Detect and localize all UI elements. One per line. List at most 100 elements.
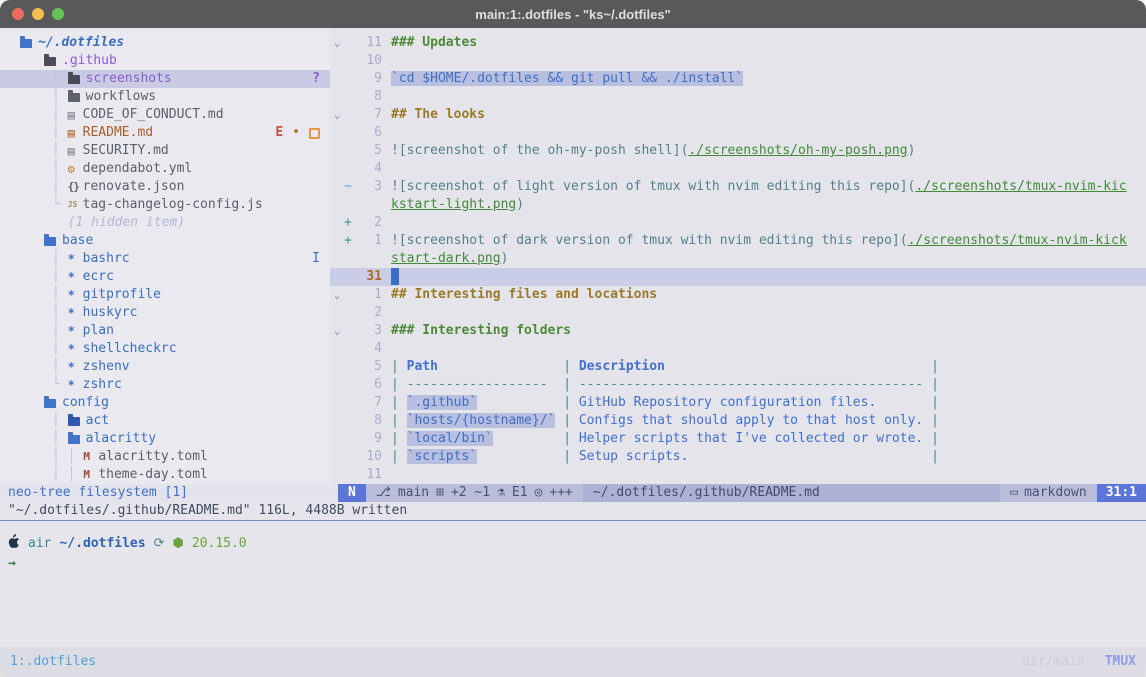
window-title: main:1:.dotfiles - "ks~/.dotfiles" bbox=[475, 7, 670, 22]
tree-item[interactable]: .github bbox=[0, 52, 330, 70]
tree-item[interactable]: └ JStag-changelog-config.js bbox=[0, 196, 330, 214]
tree-item[interactable]: base bbox=[0, 232, 330, 250]
hostname: air bbox=[28, 535, 51, 553]
fold-marker[interactable]: ⌄ bbox=[330, 322, 344, 340]
hunks-icon: ◎ bbox=[535, 484, 543, 502]
line-number: 3 bbox=[356, 178, 382, 196]
editor-line[interactable]: 7| `.github` | GitHub Repository configu… bbox=[330, 394, 1146, 412]
editor-line[interactable]: 4 bbox=[330, 160, 1146, 178]
gutter-sign bbox=[344, 286, 356, 304]
tmux-label: TMUX bbox=[1105, 653, 1136, 671]
editor-line[interactable]: 2 bbox=[330, 304, 1146, 322]
editor-line[interactable]: 10| `scripts` | Setup scripts. | bbox=[330, 448, 1146, 466]
zoom-button[interactable] bbox=[52, 8, 64, 20]
gutter-sign bbox=[344, 268, 356, 286]
tree-item[interactable]: │ *huskyrc bbox=[0, 304, 330, 322]
line-text: | `hosts/{hostname}/` | Configs that sho… bbox=[391, 412, 939, 430]
editor-line[interactable]: 5| Path | Description | bbox=[330, 358, 1146, 376]
editor-line[interactable]: ⌄1## Interesting files and locations bbox=[330, 286, 1146, 304]
line-text: | ------------------ | -----------------… bbox=[391, 376, 939, 394]
shell-pane[interactable]: air ~/.dotfiles ⟳ ⬢ 20.15.0 → bbox=[0, 520, 1146, 647]
line-number: 3 bbox=[356, 322, 382, 340]
editor-line[interactable]: ⌄7## The looks bbox=[330, 106, 1146, 124]
fold-marker bbox=[330, 412, 344, 430]
editor-line[interactable]: kstart-light.png) bbox=[330, 196, 1146, 214]
close-button[interactable] bbox=[12, 8, 24, 20]
editor-line[interactable]: ⌄ 3 ### Interesting folders bbox=[330, 322, 1146, 340]
tree-item-badges: I bbox=[312, 250, 320, 268]
fold-marker[interactable]: ⌄ bbox=[330, 34, 344, 52]
fold-marker bbox=[330, 196, 344, 214]
tree-item-label: screenshots bbox=[86, 70, 172, 88]
badge-e: E bbox=[275, 124, 283, 142]
editor-line[interactable]: 4 bbox=[330, 340, 1146, 358]
tree-item[interactable]: │ *plan bbox=[0, 322, 330, 340]
tree-guide: │ bbox=[52, 142, 68, 160]
editor-line[interactable]: 10 bbox=[330, 52, 1146, 70]
tree-guide: │ bbox=[52, 412, 68, 430]
editor-line[interactable]: 9| `local/bin` | Helper scripts that I'v… bbox=[330, 430, 1146, 448]
line-text: ### Interesting folders bbox=[391, 322, 571, 340]
tree-item[interactable]: │ ▤SECURITY.md bbox=[0, 142, 330, 160]
gutter-sign: + bbox=[344, 232, 356, 250]
gutter-sign bbox=[344, 34, 356, 52]
editor-line[interactable]: 6 bbox=[330, 124, 1146, 142]
editor-line[interactable]: 11 bbox=[330, 466, 1146, 484]
tree-item[interactable]: │ │ Malacritty.toml bbox=[0, 448, 330, 466]
tree-item-label: alacritty.toml bbox=[98, 448, 208, 466]
tree-item[interactable]: │ ▤CODE_OF_CONDUCT.md bbox=[0, 106, 330, 124]
tmux-window-name[interactable]: 1:.dotfiles bbox=[10, 653, 96, 671]
tree-guide: │ bbox=[52, 358, 68, 376]
tree-item[interactable]: │ *zshenv bbox=[0, 358, 330, 376]
editor-line[interactable]: 5![screenshot of the oh-my-posh shell](.… bbox=[330, 142, 1146, 160]
editor-line[interactable]: 6| ------------------ | ----------------… bbox=[330, 376, 1146, 394]
editor-line[interactable]: start-dark.png) bbox=[330, 250, 1146, 268]
editor-line[interactable]: 8| `hosts/{hostname}/` | Configs that sh… bbox=[330, 412, 1146, 430]
gutter-sign bbox=[344, 88, 356, 106]
tree-item[interactable]: │ alacritty bbox=[0, 430, 330, 448]
titlebar[interactable]: main:1:.dotfiles - "ks~/.dotfiles" bbox=[0, 0, 1146, 28]
tree-item[interactable]: │ workflows bbox=[0, 88, 330, 106]
neo-tree-panel[interactable]: ~/.dotfiles.github│ screenshots?│ workfl… bbox=[0, 28, 330, 484]
filetype-segment: ▭markdown bbox=[1000, 484, 1096, 502]
line-number: 31 bbox=[356, 268, 382, 286]
fold-marker bbox=[330, 448, 344, 466]
line-number: 11 bbox=[356, 34, 382, 52]
fold-marker[interactable]: ⌄ bbox=[330, 286, 344, 304]
tree-item[interactable]: │ ⚙dependabot.yml bbox=[0, 160, 330, 178]
editor-line[interactable]: +1![screenshot of dark version of tmux w… bbox=[330, 232, 1146, 250]
editor-line[interactable]: 31 bbox=[330, 268, 1146, 286]
editor-line[interactable]: 8 bbox=[330, 88, 1146, 106]
tree-item[interactable]: │ screenshots? bbox=[0, 70, 330, 88]
prompt-arrow[interactable]: → bbox=[8, 555, 1146, 573]
tree-item-label: renovate.json bbox=[83, 178, 185, 196]
tree-item[interactable]: │ *ecrc bbox=[0, 268, 330, 286]
tree-guide: │ bbox=[52, 178, 68, 196]
statusline: N ⎇main⊞+2 ~1⚗E1◎+++ ~/.dotfiles/.github… bbox=[338, 484, 1146, 502]
git-branch-icon: ⎇ bbox=[376, 484, 391, 502]
tree-item[interactable]: └ *zshrc bbox=[0, 376, 330, 394]
editor-line[interactable]: 9`cd $HOME/.dotfiles && git pull && ./in… bbox=[330, 70, 1146, 88]
editor-pane[interactable]: ⌄11### Updates109`cd $HOME/.dotfiles && … bbox=[330, 28, 1146, 484]
gutter-sign bbox=[344, 358, 356, 376]
editor-line[interactable]: ⌄11### Updates bbox=[330, 34, 1146, 52]
fold-marker[interactable]: ⌄ bbox=[330, 106, 344, 124]
tree-item[interactable]: │ act bbox=[0, 412, 330, 430]
tree-item[interactable]: (1 hidden item) bbox=[0, 214, 330, 232]
tree-item[interactable]: │ │ Mtheme-day.toml bbox=[0, 466, 330, 484]
badge-mark: I bbox=[312, 250, 320, 268]
minimize-button[interactable] bbox=[32, 8, 44, 20]
tree-item[interactable]: │ *shellcheckrc bbox=[0, 340, 330, 358]
tree-item[interactable]: │ *gitprofile bbox=[0, 286, 330, 304]
editor-line[interactable]: ~3![screenshot of light version of tmux … bbox=[330, 178, 1146, 196]
tree-item[interactable]: config bbox=[0, 394, 330, 412]
editor-line[interactable]: +2 bbox=[330, 214, 1146, 232]
line-text: | `local/bin` | Helper scripts that I've… bbox=[391, 430, 939, 448]
gutter-sign bbox=[344, 412, 356, 430]
tree-item[interactable]: │ ▤README.mdE• bbox=[0, 124, 330, 142]
line-number: 1 bbox=[356, 232, 382, 250]
tree-item[interactable]: │ {}renovate.json bbox=[0, 178, 330, 196]
tree-item[interactable]: │ *bashrcI bbox=[0, 250, 330, 268]
gutter-sign bbox=[344, 394, 356, 412]
tree-item[interactable]: ~/.dotfiles bbox=[0, 34, 330, 52]
